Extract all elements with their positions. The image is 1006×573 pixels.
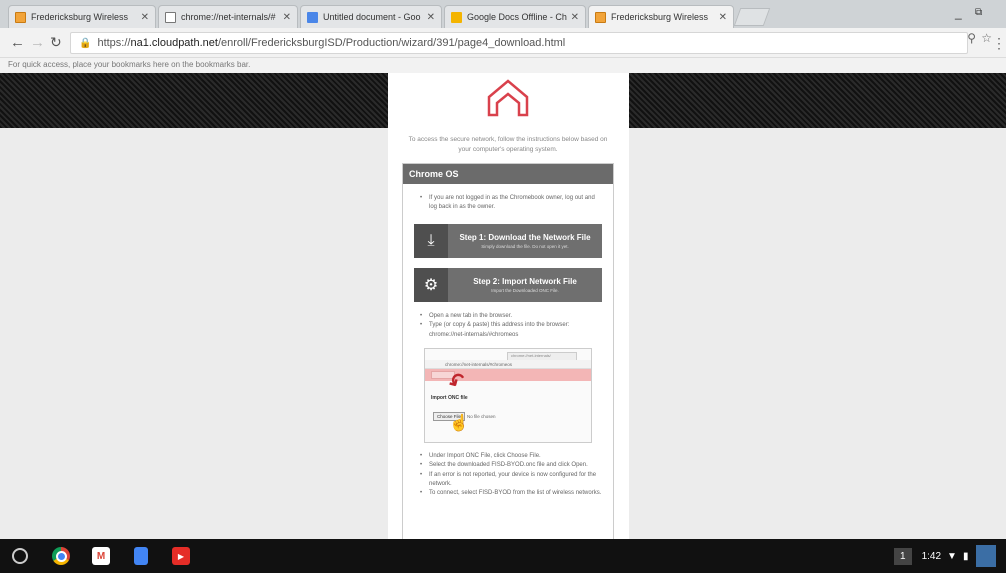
address-bar[interactable]: 🔒 https://na1.cloudpath.net/enroll/Frede… — [70, 32, 968, 54]
list-item: If an error is not reported, your device… — [403, 471, 603, 490]
tab-label: chrome://net-internals/# — [181, 12, 276, 22]
screenshot-no-file: No file chosen — [467, 414, 496, 419]
chrome-page-icon — [165, 11, 176, 23]
shelf: M 1 1:42 ▼ ▮ — [0, 539, 1006, 573]
panel-title: Chrome OS — [403, 164, 613, 184]
docs-icon — [307, 11, 318, 23]
fredericksburg-favicon-icon — [595, 11, 606, 23]
tab-label: Untitled document - Goo — [323, 12, 421, 22]
url-host: na1.cloudpath.net — [130, 37, 218, 49]
close-icon[interactable]: ✕ — [571, 12, 579, 23]
lock-icon: 🔒 — [79, 37, 92, 49]
screenshot-url: chrome://net-internals/#chromeos — [425, 360, 591, 369]
download-icon: ⤓ — [414, 224, 448, 258]
bookmarks-bar: For quick access, place your bookmarks h… — [0, 58, 1006, 73]
google-docs-offline-icon — [451, 11, 462, 23]
download-network-file-button[interactable]: ⤓ Step 1: Download the Network File Simp… — [414, 224, 602, 258]
avatar[interactable] — [976, 545, 997, 567]
close-icon[interactable]: ✕ — [283, 12, 291, 23]
tab-untitled-document[interactable]: Untitled document - Goo ✕ — [300, 5, 442, 28]
list-item: Open a new tab in the browser. — [403, 312, 603, 322]
tab-net-internals[interactable]: chrome://net-internals/# ✕ — [158, 5, 298, 28]
step1-subtitle: Simply download the file. Do not open it… — [481, 244, 569, 249]
tab-fredericksburg-wireless-1[interactable]: Fredericksburg Wireless ✕ — [8, 5, 156, 28]
back-arrow-icon[interactable]: ← — [10, 34, 25, 51]
gmail-icon[interactable]: M — [92, 547, 110, 565]
list-item: To connect, select FISD-BYOD from the li… — [403, 489, 603, 499]
header-pattern-right — [629, 73, 1006, 128]
tab-label: Fredericksburg Wireless — [611, 12, 709, 22]
close-icon[interactable]: ✕ — [141, 12, 149, 23]
step2-title: Step 2: Import Network File — [473, 277, 577, 286]
url-prefix: https:// — [97, 37, 131, 49]
tab-label: Google Docs Offline - Ch — [467, 12, 567, 22]
tab-strip: Fredericksburg Wireless ✕ chrome://net-i… — [0, 0, 1006, 28]
wifi-icon: ▼ — [947, 550, 957, 562]
list-item: If you are not logged in as the Chromebo… — [403, 194, 603, 213]
minimize-icon[interactable]: _ — [955, 6, 962, 20]
battery-icon: ▮ — [962, 550, 969, 562]
tab-google-docs-offline[interactable]: Google Docs Offline - Ch ✕ — [444, 5, 586, 28]
reload-icon[interactable]: ↻ — [50, 34, 62, 51]
notification-count[interactable]: 1 — [894, 547, 912, 565]
docs-icon[interactable] — [134, 547, 148, 565]
step1-title: Step 1: Download the Network File — [459, 233, 591, 242]
screenshot-tab: chrome://net-internals/ — [507, 352, 577, 360]
gear-icon: ⚙ — [414, 268, 448, 302]
list-item: Under Import ONC File, click Choose File… — [403, 452, 603, 462]
instructions-list-mid: Open a new tab in the browser. Type (or … — [403, 312, 603, 340]
new-tab-button[interactable] — [733, 8, 771, 26]
import-network-file-button[interactable]: ⚙ Step 2: Import Network File Import the… — [414, 268, 602, 302]
instructions-list-bottom: Under Import ONC File, click Choose File… — [403, 452, 603, 499]
tab-label: Fredericksburg Wireless — [31, 12, 129, 22]
zoom-icon[interactable]: ⚲ — [967, 31, 976, 45]
menu-icon[interactable]: ⋮ — [992, 35, 1006, 52]
url-path: /enroll/FredericksburgISD/Production/wiz… — [217, 37, 566, 49]
chrome-os-panel: Chrome OS If you are not logged in as th… — [402, 163, 614, 539]
bookmark-star-icon[interactable]: ☆ — [981, 31, 992, 45]
fredericksburg-favicon-icon — [15, 11, 26, 23]
content-card: To access the secure network, follow the… — [388, 73, 629, 539]
bookmarks-hint: For quick access, place your bookmarks h… — [8, 60, 251, 69]
close-icon[interactable]: ✕ — [719, 12, 727, 23]
browser-toolbar: ← → ↻ ⌂ 🔒 https://na1.cloudpath.net/enro… — [0, 28, 1006, 58]
example-screenshot: chrome://net-internals/ chrome://net-int… — [424, 348, 592, 443]
step2-subtitle: Import the Downloaded ONC File. — [491, 288, 559, 293]
launcher-icon[interactable] — [12, 548, 28, 564]
list-item: Select the downloaded FISD-BYOD.onc file… — [403, 461, 603, 471]
screenshot-import-label: Import ONC file — [431, 395, 468, 401]
cloudpath-logo-icon — [487, 79, 529, 117]
clock: 1:42 — [921, 550, 942, 562]
forward-arrow-icon[interactable]: → — [30, 34, 45, 51]
intro-text: To access the secure network, follow the… — [408, 136, 608, 153]
maximize-icon[interactable]: ⧉ — [975, 7, 982, 18]
youtube-icon[interactable] — [172, 547, 190, 565]
close-icon[interactable]: ✕ — [427, 12, 435, 23]
header-pattern-left — [0, 73, 388, 128]
chrome-icon[interactable] — [52, 547, 70, 565]
pointer-hand-icon: ☝ — [449, 415, 469, 432]
status-tray[interactable]: 1 1:42 ▼ ▮ — [894, 543, 1006, 569]
list-item: Type (or copy & paste) this address into… — [403, 321, 603, 340]
web-page: To access the secure network, follow the… — [0, 73, 1006, 539]
tab-fredericksburg-wireless-active[interactable]: Fredericksburg Wireless ✕ — [588, 5, 734, 28]
